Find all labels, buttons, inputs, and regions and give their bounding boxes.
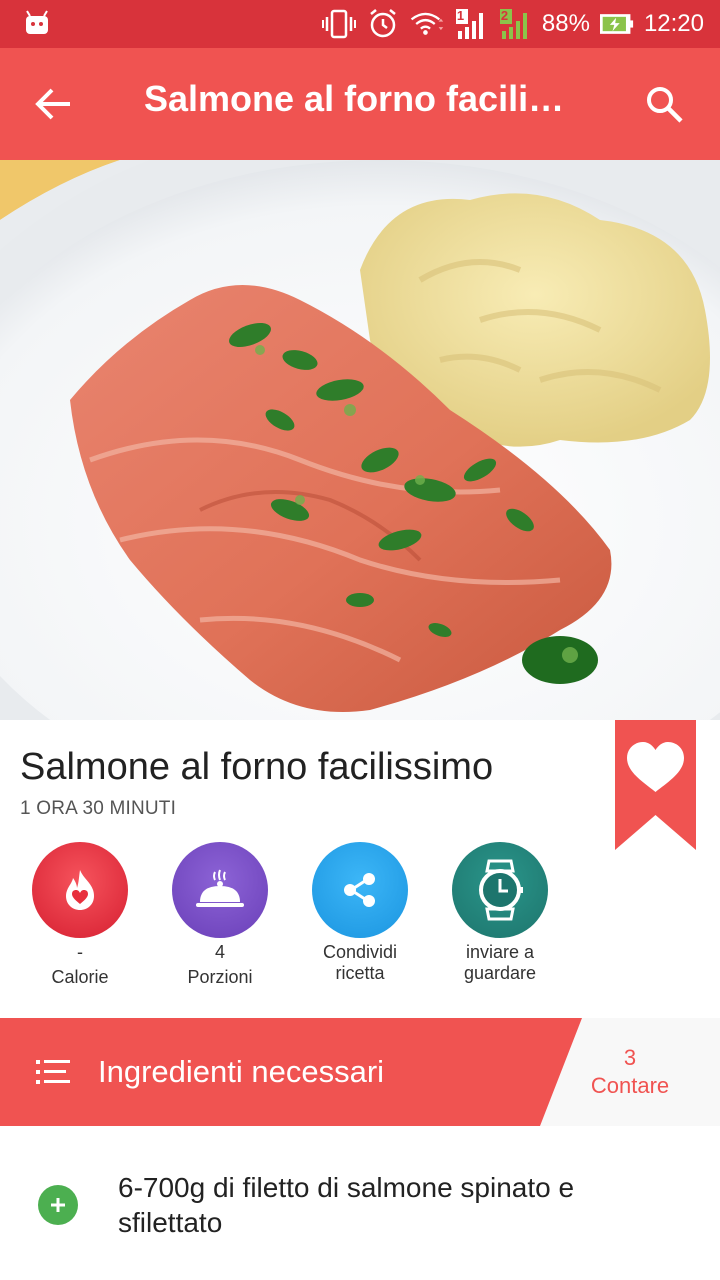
list-icon — [36, 1060, 70, 1084]
serving-dish-icon — [172, 842, 268, 938]
recipe-actions: - Calorie 4 Porzioni Condividi ricetta i… — [0, 842, 720, 1012]
android-icon — [26, 10, 48, 34]
ingredients-count-value: 3 — [623, 1045, 637, 1070]
battery-percent: 88% — [541, 10, 590, 37]
watch-line2: guardare — [463, 963, 537, 983]
watch-icon — [452, 842, 548, 938]
portions-label: Porzioni — [187, 967, 253, 987]
sim2-label: 2 — [500, 8, 509, 23]
status-bar: 1 2 88% 12:20 — [0, 0, 720, 48]
clock: 12:20 — [643, 10, 704, 37]
ingredients-title: Ingredienti necessari — [98, 1054, 385, 1089]
share-line1: Condividi — [322, 942, 398, 962]
calories-label: Calorie — [51, 967, 109, 987]
favorite-bookmark[interactable] — [615, 720, 696, 850]
recipe-title: Salmone al forno facilissimo — [20, 746, 494, 788]
calories-action[interactable]: - Calorie — [10, 842, 150, 988]
add-ingredient-button[interactable] — [38, 1185, 78, 1225]
calories-flame-icon — [32, 842, 128, 938]
watch-line1: inviare a — [465, 942, 535, 962]
vibrate-icon — [321, 7, 356, 41]
app-toolbar: Salmone al forno facilissimo — [0, 48, 720, 160]
recipe-duration: 1 ORA 30 MINUTI — [20, 798, 177, 819]
share-recipe-action[interactable]: Condividi ricetta — [290, 842, 430, 984]
send-to-watch-action[interactable]: inviare a guardare — [430, 842, 570, 984]
ingredient-item[interactable]: 6-700g di filetto di salmone spinato e s… — [0, 1126, 720, 1280]
portions-value: 4 — [214, 942, 225, 962]
recipe-photo — [0, 160, 720, 720]
ingredients-count: 3 Contare — [574, 1044, 686, 1100]
toolbar-title: Salmone al forno facilissimo — [144, 78, 584, 119]
ingredients-header: Ingredienti necessari 3 Contare — [0, 1018, 720, 1126]
wifi-icon — [410, 7, 444, 41]
signal-icon: 2 — [498, 7, 532, 41]
share-icon — [312, 842, 408, 938]
share-line2: ricetta — [335, 963, 385, 983]
recipe-info-card: Salmone al forno facilissimo 1 ORA 30 MI… — [0, 720, 720, 1018]
search-icon[interactable] — [644, 84, 684, 124]
plus-icon — [51, 1198, 65, 1212]
battery-charging-icon — [599, 7, 634, 41]
arrow-back-icon[interactable] — [32, 82, 76, 126]
ingredients-count-label: Contare — [590, 1073, 670, 1098]
sim1-label: 1 — [456, 8, 465, 23]
alarm-icon — [366, 7, 400, 41]
signal-icon: 1 — [454, 7, 488, 41]
ingredient-text: 6-700g di filetto di salmone spinato e s… — [118, 1172, 575, 1238]
calories-value: - — [77, 942, 83, 962]
portions-action[interactable]: 4 Porzioni — [150, 842, 290, 988]
